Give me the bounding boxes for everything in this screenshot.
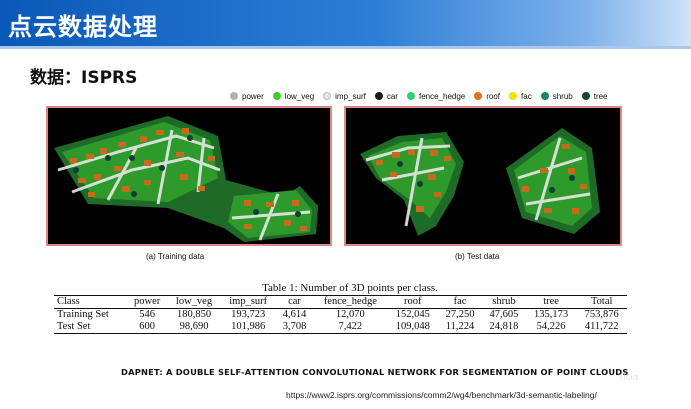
table-header-cell: power xyxy=(134,296,161,307)
legend-item-roof: roof xyxy=(474,92,500,101)
table-cell: 180,850 xyxy=(176,309,212,320)
table-cell: 24,818 xyxy=(489,321,519,332)
table-cell: 98,690 xyxy=(179,321,209,332)
table-cell: 411,722 xyxy=(584,321,619,332)
legend-label: power xyxy=(242,91,264,101)
table-header-cell: Class xyxy=(57,296,80,307)
training-point-cloud xyxy=(48,108,330,244)
table-cell: 12,070 xyxy=(335,309,365,320)
table-cell: 152,045 xyxy=(395,309,430,320)
table-cell: 27,250 xyxy=(445,309,475,320)
legend-label: fac xyxy=(521,91,532,101)
table-cell: 7,422 xyxy=(338,321,363,332)
legend-swatch xyxy=(406,92,415,100)
table-cell: 600 xyxy=(139,321,156,332)
benchmark-link[interactable]: https://www2.isprs.org/commissions/comm2… xyxy=(286,390,597,400)
legend-swatch xyxy=(474,92,483,100)
table-row: Training Set 546 180,850 193,723 4,614 1… xyxy=(54,309,627,322)
page-title: 点云数据处理 xyxy=(8,13,158,41)
table-cell: 753,876 xyxy=(584,309,619,320)
legend-swatch xyxy=(581,92,590,100)
header-divider xyxy=(0,46,691,49)
table-cell: 109,048 xyxy=(395,321,430,332)
legend-item-shrub: shrub xyxy=(540,91,573,101)
legend-swatch xyxy=(230,92,238,100)
table-cell: 11,224 xyxy=(445,321,475,332)
table-header-cell: tree xyxy=(543,296,559,307)
points-per-class-table: Class power low_veg imp_surf car fence_h… xyxy=(54,295,627,334)
table-header-cell: Total xyxy=(590,296,613,307)
legend-item-power: power xyxy=(230,92,264,101)
table-header-cell: low_veg xyxy=(175,296,213,307)
class-legend: power low_veg imp_surf car fence_hedge r… xyxy=(230,88,617,104)
section-title: 数据：ISPRS xyxy=(30,68,138,88)
legend-label: low_veg xyxy=(284,91,315,101)
table-header-cell: fac xyxy=(453,296,467,307)
table-header-cell: imp_surf xyxy=(229,296,268,307)
legend-label: roof xyxy=(486,91,501,101)
table-header-row: Class power low_veg imp_surf car fence_h… xyxy=(54,295,627,309)
legend-label: car xyxy=(386,91,398,101)
table-cell: 3,708 xyxy=(282,321,307,332)
header-bar: 点云数据处理 xyxy=(0,0,691,46)
table-header-cell: shrub xyxy=(492,296,516,307)
training-data-caption: (a) Training data xyxy=(146,252,205,261)
legend-item-imp-surf: imp_surf xyxy=(323,92,366,101)
legend-item-low-veg: low_veg xyxy=(272,91,315,101)
legend-label: imp_surf xyxy=(335,91,366,101)
legend-swatch xyxy=(509,92,518,100)
table-header-cell: fence_hedge xyxy=(323,296,377,307)
table-header-cell: car xyxy=(288,296,301,307)
table-cell: 4,614 xyxy=(282,309,307,320)
legend-swatch xyxy=(540,92,549,100)
test-data-caption: (b) Test data xyxy=(455,252,500,261)
legend-label: shrub xyxy=(552,91,573,101)
table-cell: 193,723 xyxy=(231,309,266,320)
legend-item-fac: fac xyxy=(509,92,532,101)
legend-label: fence_hedge xyxy=(418,91,466,101)
test-point-cloud xyxy=(346,108,620,244)
training-data-image xyxy=(46,106,332,246)
table-cell: Training Set xyxy=(57,309,109,320)
table-caption: Table 1: Number of 3D points per class. xyxy=(262,282,438,294)
legend-item-car: car xyxy=(374,91,398,101)
watermark: ricia xyxy=(620,372,639,383)
legend-item-fence-hedge: fence_hedge xyxy=(406,91,466,101)
table-row: Test Set 600 98,690 101,986 3,708 7,422 … xyxy=(54,321,627,334)
table-cell: 54,226 xyxy=(536,321,566,332)
table-cell: 47,605 xyxy=(489,309,519,320)
table-header-cell: roof xyxy=(404,296,422,307)
test-data-image xyxy=(344,106,622,246)
legend-swatch xyxy=(374,92,383,100)
legend-swatch xyxy=(272,92,281,100)
legend-item-tree: tree xyxy=(581,91,608,101)
table-cell: Test Set xyxy=(57,321,91,332)
paper-title: DAPNET: A DOUBLE SELF-ATTENTION CONVOLUT… xyxy=(121,367,629,377)
table-cell: 546 xyxy=(139,309,156,320)
legend-swatch xyxy=(323,92,332,100)
table-cell: 101,986 xyxy=(231,321,266,332)
legend-label: tree xyxy=(593,91,608,101)
table-cell: 135,173 xyxy=(534,309,569,320)
